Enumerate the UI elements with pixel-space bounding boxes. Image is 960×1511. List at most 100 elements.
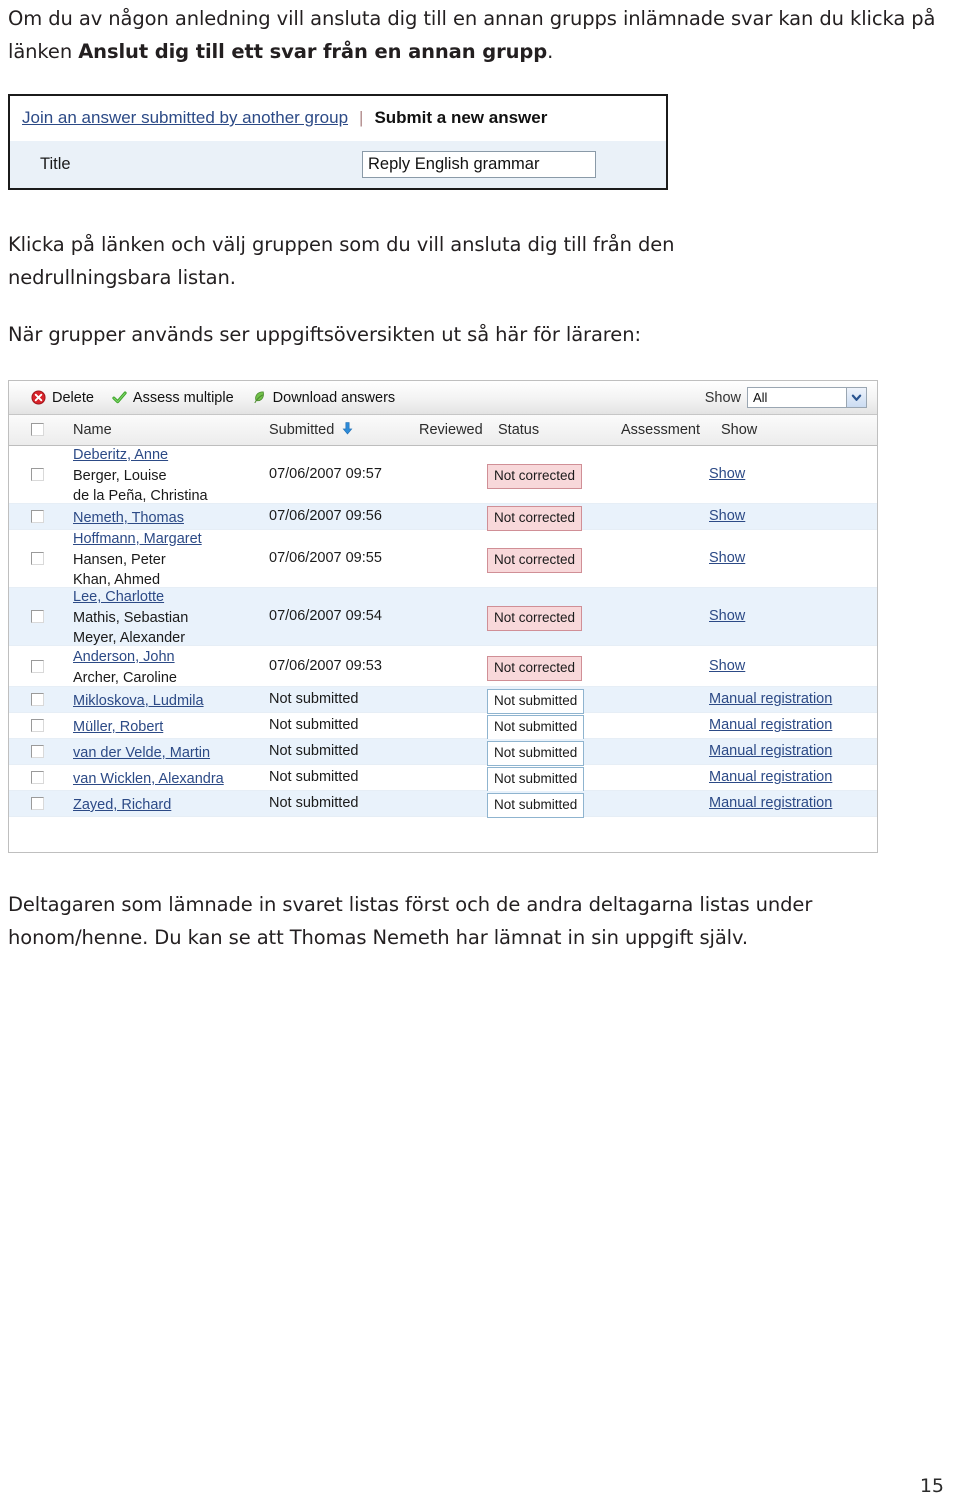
delete-button-label: Delete [52, 389, 94, 406]
student-name-link[interactable]: Müller, Robert [73, 717, 163, 738]
column-header-show[interactable]: Show [721, 422, 757, 438]
student-name-link[interactable]: van Wicklen, Alexandra [73, 769, 224, 790]
group-members-cell: Anderson, John Archer, Caroline [73, 647, 177, 688]
table-row[interactable]: Anderson, John Archer, Caroline 07/06/2007… [9, 646, 877, 687]
student-name-link[interactable]: van der Velde, Martin [73, 743, 210, 764]
group-members-cell: van Wicklen, Alexandra [73, 769, 224, 790]
row-action-anchor[interactable]: Manual registration [709, 769, 832, 785]
chevron-down-icon[interactable] [846, 388, 866, 407]
group-members-cell: Müller, Robert [73, 717, 163, 738]
submitted-timestamp: 07/06/2007 09:56 [269, 508, 382, 524]
row-action-anchor[interactable]: Manual registration [709, 795, 832, 811]
assess-multiple-button[interactable]: Assess multiple [112, 390, 234, 406]
download-leaf-icon [252, 390, 267, 405]
group-members-cell: Lee, Charlotte Mathis, Sebastian Meyer, Al… [73, 587, 188, 649]
row-select-checkbox[interactable] [31, 745, 44, 762]
row-action-link[interactable]: Manual registration [709, 769, 832, 785]
group-members-cell: Hoffmann, Margaret Hansen, Peter Khan, Ahm… [73, 529, 202, 591]
column-header-submitted[interactable]: Submitted [269, 422, 354, 438]
row-action-anchor[interactable]: Show [709, 658, 745, 674]
submitted-timestamp: 07/06/2007 09:53 [269, 658, 382, 674]
group-members-cell: Nemeth, Thomas [73, 508, 184, 529]
student-name-link[interactable]: Nemeth, Thomas [73, 508, 184, 529]
row-action-link[interactable]: Show [709, 550, 745, 566]
tab-submit-new-answer[interactable]: Submit a new answer [374, 108, 547, 128]
row-action-link[interactable]: Manual registration [709, 717, 832, 733]
row-action-link[interactable]: Show [709, 608, 745, 624]
status-badge: Not submitted [487, 715, 585, 740]
table-row[interactable]: Nemeth, Thomas 07/06/2007 09:56 Not correc… [9, 504, 877, 531]
sort-descending-arrow-icon [342, 422, 354, 435]
row-select-checkbox[interactable] [31, 660, 44, 677]
group-members-cell: Mikloskova, Ludmila [73, 691, 204, 712]
table-body: Deberitz, Anne Berger, Louise de la Peña, … [9, 446, 877, 818]
row-select-checkbox[interactable] [31, 552, 44, 569]
student-name-link[interactable]: Anderson, John [73, 647, 177, 668]
group-member-name: Hansen, Peter [73, 551, 166, 568]
tab-join-answer[interactable]: Join an answer submitted by another grou… [22, 108, 348, 128]
group-member-name: Berger, Louise [73, 467, 167, 484]
table-row[interactable]: van Wicklen, Alexandra Not submitted Not s… [9, 765, 877, 792]
column-header-assessment[interactable]: Assessment [621, 422, 700, 438]
row-action-link[interactable]: Manual registration [709, 743, 832, 759]
row-action-link[interactable]: Manual registration [709, 691, 832, 707]
row-action-anchor[interactable]: Manual registration [709, 743, 832, 759]
row-select-checkbox[interactable] [31, 693, 44, 710]
row-action-link[interactable]: Show [709, 658, 745, 674]
row-action-anchor[interactable]: Show [709, 550, 745, 566]
row-select-checkbox[interactable] [31, 797, 44, 814]
delete-circle-x-icon [31, 390, 46, 405]
student-name-link[interactable]: Zayed, Richard [73, 795, 171, 816]
select-all-checkbox[interactable] [31, 423, 44, 440]
status-badge: Not corrected [487, 656, 583, 681]
status-badge: Not submitted [487, 767, 585, 792]
delete-button[interactable]: Delete [31, 390, 94, 406]
join-figure-title-row: Title Reply English grammar [10, 140, 666, 188]
submitted-timestamp: 07/06/2007 09:54 [269, 608, 382, 624]
column-header-status[interactable]: Status [498, 422, 539, 438]
table-row[interactable]: Müller, Robert Not submitted Not submitted… [9, 713, 877, 740]
row-select-checkbox[interactable] [31, 719, 44, 736]
status-badge: Not submitted [487, 689, 585, 714]
student-name-link[interactable]: Hoffmann, Margaret [73, 529, 202, 550]
row-select-checkbox[interactable] [31, 771, 44, 788]
submitted-timestamp: Not submitted [269, 743, 359, 759]
group-members-cell: van der Velde, Martin [73, 743, 210, 764]
intro-bold-link-name: Anslut dig till ett svar från en annan g… [78, 40, 548, 63]
table-row[interactable]: Hoffmann, Margaret Hansen, Peter Khan, Ahm… [9, 530, 877, 588]
column-header-reviewed[interactable]: Reviewed [419, 422, 483, 438]
table-row[interactable]: Lee, Charlotte Mathis, Sebastian Meyer, Al… [9, 588, 877, 646]
row-action-anchor[interactable]: Manual registration [709, 691, 832, 707]
click-link-paragraph: Klicka på länken och välj gruppen som du… [8, 233, 675, 289]
row-action-anchor[interactable]: Show [709, 466, 745, 482]
row-action-anchor[interactable]: Show [709, 608, 745, 624]
row-select-checkbox[interactable] [31, 610, 44, 627]
table-row[interactable]: Deberitz, Anne Berger, Louise de la Peña, … [9, 446, 877, 504]
row-action-anchor[interactable]: Manual registration [709, 717, 832, 733]
student-name-link[interactable]: Lee, Charlotte [73, 587, 188, 608]
show-filter-select[interactable]: All [747, 387, 867, 408]
column-header-name[interactable]: Name [73, 422, 112, 438]
column-header-submitted-label: Submitted [269, 422, 335, 438]
assess-multiple-label: Assess multiple [132, 389, 234, 406]
student-name-link[interactable]: Deberitz, Anne [73, 445, 208, 466]
assignment-overview-screenshot-figure: Delete Assess multiple Download answers … [8, 380, 878, 853]
title-label: Title [40, 155, 71, 173]
status-badge: Not submitted [487, 793, 585, 818]
row-select-checkbox[interactable] [31, 468, 44, 485]
row-action-link[interactable]: Show [709, 508, 745, 524]
row-select-checkbox[interactable] [31, 510, 44, 527]
join-answer-screenshot-figure: Join an answer submitted by another grou… [8, 94, 668, 190]
student-name-link[interactable]: Mikloskova, Ludmila [73, 691, 204, 712]
download-answers-label: Download answers [272, 389, 396, 406]
row-action-link[interactable]: Show [709, 466, 745, 482]
row-action-anchor[interactable]: Show [709, 508, 745, 524]
title-input[interactable]: Reply English grammar [362, 151, 596, 178]
download-answers-button[interactable]: Download answers [252, 389, 396, 406]
row-action-link[interactable]: Manual registration [709, 795, 832, 811]
when-groups-paragraph: När grupper används ser uppgiftsöversikt… [8, 323, 641, 346]
table-row[interactable]: Mikloskova, Ludmila Not submitted Not subm… [9, 687, 877, 714]
group-members-cell: Deberitz, Anne Berger, Louise de la Peña, … [73, 445, 208, 507]
table-row[interactable]: van der Velde, Martin Not submitted Not su… [9, 739, 877, 766]
table-row[interactable]: Zayed, Richard Not submitted Not submitted… [9, 791, 877, 818]
